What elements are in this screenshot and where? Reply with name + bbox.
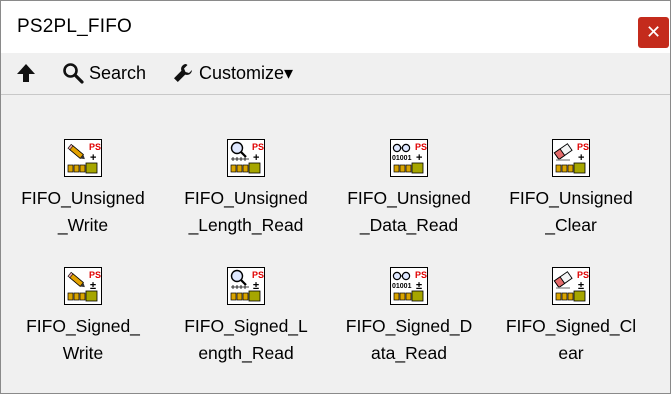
svg-text:PS: PS [89, 270, 101, 280]
palette-item-fifo-unsigned-data-read[interactable]: 01001 PS + FIFO_Unsigned _Data_Read [334, 139, 484, 239]
svg-text:+: + [416, 152, 422, 164]
up-arrow-icon [17, 64, 35, 82]
palette-item-fifo-signed-clear[interactable]: PS ± FIFO_Signed_Cl ear [496, 267, 646, 367]
window-title: PS2PL_FIFO [17, 16, 132, 37]
svg-text:01001: 01001 [392, 283, 412, 290]
palette-item-fifo-unsigned-clear[interactable]: PS + FIFO_Unsigned _Clear [496, 139, 646, 239]
data-read-glasses-icon: 01001 PS + [390, 139, 428, 177]
svg-text:±: ± [416, 280, 422, 292]
write-pencil-icon: PS + [64, 139, 102, 177]
svg-text:+: + [578, 152, 584, 164]
customize-label: Customize▾ [199, 62, 294, 83]
svg-text:±: ± [253, 280, 259, 292]
svg-text:PS: PS [415, 142, 427, 152]
close-icon: ✕ [645, 22, 662, 42]
write-pencil-icon: PS ± [64, 267, 102, 305]
palette-item-label: FIFO_Signed_Cl ear [505, 316, 637, 363]
svg-text:01001: 01001 [392, 155, 412, 162]
svg-text:PS: PS [415, 270, 427, 280]
svg-text:PS: PS [89, 142, 101, 152]
palette-item-label: FIFO_Unsigned _Write [21, 188, 145, 235]
svg-text:+: + [253, 152, 259, 164]
svg-text:PS: PS [577, 270, 589, 280]
wrench-icon [174, 64, 192, 82]
palette-item-label: FIFO_Unsigned _Data_Read [347, 188, 471, 235]
palette-item-label: FIFO_Unsigned _Length_Read [184, 188, 308, 235]
length-read-magnifier-icon: PS + [227, 139, 265, 177]
svg-text:±: ± [90, 280, 96, 292]
palette-toolbar: Search Customize▾ [1, 53, 670, 95]
search-label: Search [89, 62, 147, 83]
data-read-glasses-icon: 01001 PS ± [390, 267, 428, 305]
length-read-magnifier-icon: PS ± [227, 267, 265, 305]
palette-window: PS2PL_FIFO ✕ Search Customize▾ PS + FIFO… [0, 0, 671, 394]
svg-text:PS: PS [577, 142, 589, 152]
clear-eraser-icon: PS + [552, 139, 590, 177]
palette-item-fifo-signed-write[interactable]: PS ± FIFO_Signed_ Write [8, 267, 158, 367]
up-button[interactable] [15, 60, 37, 86]
palette-item-fifo-unsigned-write[interactable]: PS + FIFO_Unsigned _Write [8, 139, 158, 239]
palette-item-label: FIFO_Signed_D ata_Read [345, 316, 473, 363]
palette-item-fifo-unsigned-length-read[interactable]: PS + FIFO_Unsigned _Length_Read [171, 139, 321, 239]
palette-content: PS + FIFO_Unsigned _Write PS + FIFO_Unsi… [3, 95, 668, 391]
search-icon [63, 63, 84, 84]
svg-text:±: ± [578, 280, 584, 292]
svg-text:+: + [90, 152, 96, 164]
clear-eraser-icon: PS ± [552, 267, 590, 305]
palette-item-label: FIFO_Signed_ Write [26, 316, 140, 363]
palette-item-label: FIFO_Unsigned _Clear [509, 188, 633, 235]
svg-text:PS: PS [252, 142, 264, 152]
close-button[interactable]: ✕ [638, 17, 669, 48]
customize-button[interactable]: Customize▾ [171, 60, 293, 86]
palette-item-fifo-signed-data-read[interactable]: 01001 PS ± FIFO_Signed_D ata_Read [334, 267, 484, 367]
title-bar: PS2PL_FIFO ✕ [1, 1, 670, 53]
search-button[interactable]: Search [61, 60, 146, 86]
palette-item-label: FIFO_Signed_L ength_Read [184, 316, 308, 363]
svg-text:PS: PS [252, 270, 264, 280]
palette-item-fifo-signed-length-read[interactable]: PS ± FIFO_Signed_L ength_Read [171, 267, 321, 367]
